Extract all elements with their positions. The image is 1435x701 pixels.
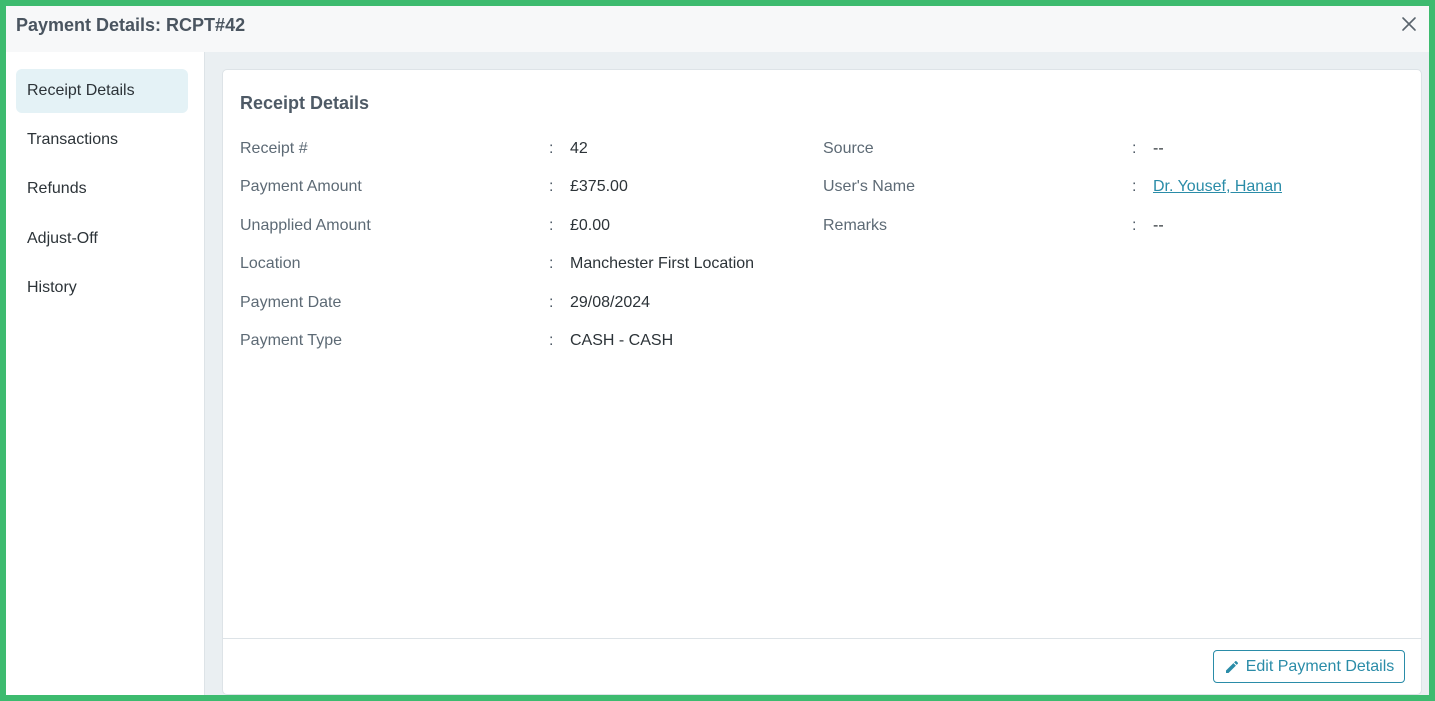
field-value: -- [1153,217,1164,234]
sidebar-item-label: Refunds [27,180,87,197]
sidebar-item-receipt-details[interactable]: Receipt Details [16,69,188,113]
dialog-header: Payment Details: RCPT#42 [6,6,1429,52]
pencil-icon [1225,660,1238,673]
receipt-details-panel: Receipt Details Receipt # : 42 Payment A… [222,69,1422,695]
edit-payment-details-button[interactable]: Edit Payment Details [1213,650,1405,683]
footer-divider [223,638,1421,639]
field-separator: : [549,140,554,157]
field-value: 29/08/2024 [570,294,651,311]
close-button[interactable] [1399,14,1419,34]
sidebar-item-label: History [27,279,77,296]
field-separator: : [549,178,554,195]
field-label: Unapplied Amount [240,217,371,234]
field-separator: : [549,332,554,349]
field-label: Location [240,255,301,272]
sidebar-item-label: Adjust-Off [27,230,98,247]
field-separator: : [549,255,554,272]
sidebar-nav: Receipt Details Transactions Refunds Adj… [6,52,205,695]
field-label: User's Name [823,178,915,195]
field-separator: : [549,217,554,234]
sidebar-item-refunds[interactable]: Refunds [16,167,188,211]
field-separator: : [1132,140,1137,157]
field-value: 42 [570,140,588,157]
field-value: £375.00 [570,178,628,195]
field-separator: : [549,294,554,311]
close-icon [1402,17,1416,31]
field-label: Remarks [823,217,888,234]
sidebar-item-transactions[interactable]: Transactions [16,118,188,162]
sidebar-item-history[interactable]: History [16,266,188,310]
user-name-link[interactable]: Dr. Yousef, Hanan [1153,177,1282,197]
field-value: £0.00 [570,217,611,234]
field-separator: : [1132,217,1137,234]
field-label: Payment Type [240,332,342,349]
field-label: Payment Date [240,294,342,311]
section-title: Receipt Details [240,93,370,113]
dialog-title: Payment Details: RCPT#42 [16,15,246,35]
field-value: CASH - CASH [570,332,674,349]
sidebar-item-label: Transactions [27,131,118,148]
field-label: Receipt # [240,140,308,157]
field-value: -- [1153,140,1164,157]
field-label: Payment Amount [240,178,362,195]
field-label: Source [823,140,874,157]
sidebar-item-adjust-off[interactable]: Adjust-Off [16,217,188,261]
field-value: Manchester First Location [570,255,755,272]
payment-details-dialog: Payment Details: RCPT#42 Receipt Details… [6,6,1429,695]
sidebar-item-label: Receipt Details [27,82,135,99]
field-separator: : [1132,178,1137,195]
edit-button-label: Edit Payment Details [1245,657,1395,675]
